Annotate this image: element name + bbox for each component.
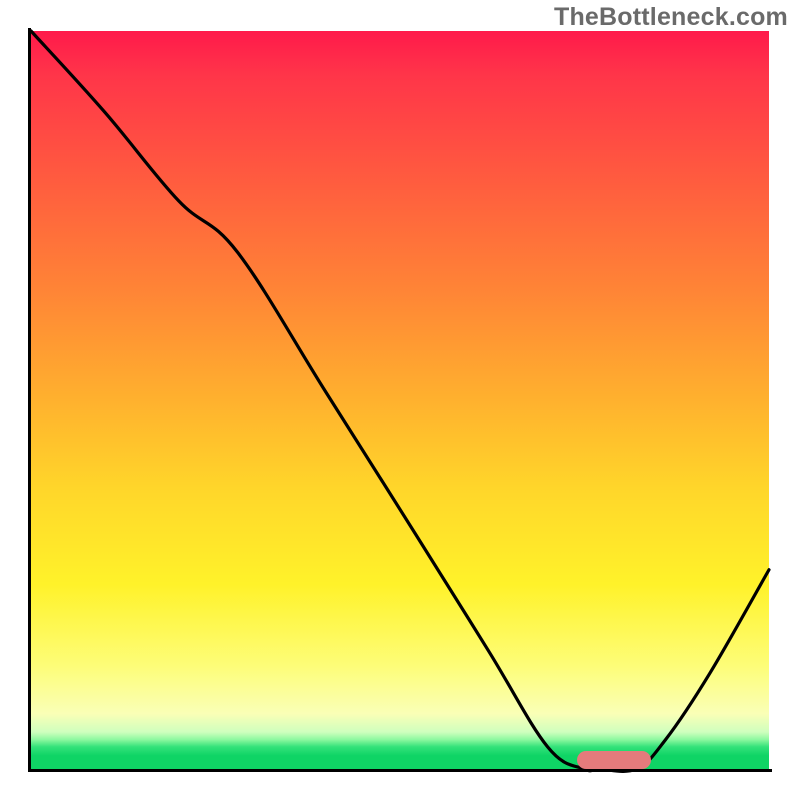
optimal-range-marker <box>577 751 651 769</box>
bottleneck-curve <box>31 31 769 769</box>
x-axis-line <box>28 769 772 772</box>
watermark-text: TheBottleneck.com <box>554 3 788 32</box>
chart-root: TheBottleneck.com <box>0 0 800 800</box>
